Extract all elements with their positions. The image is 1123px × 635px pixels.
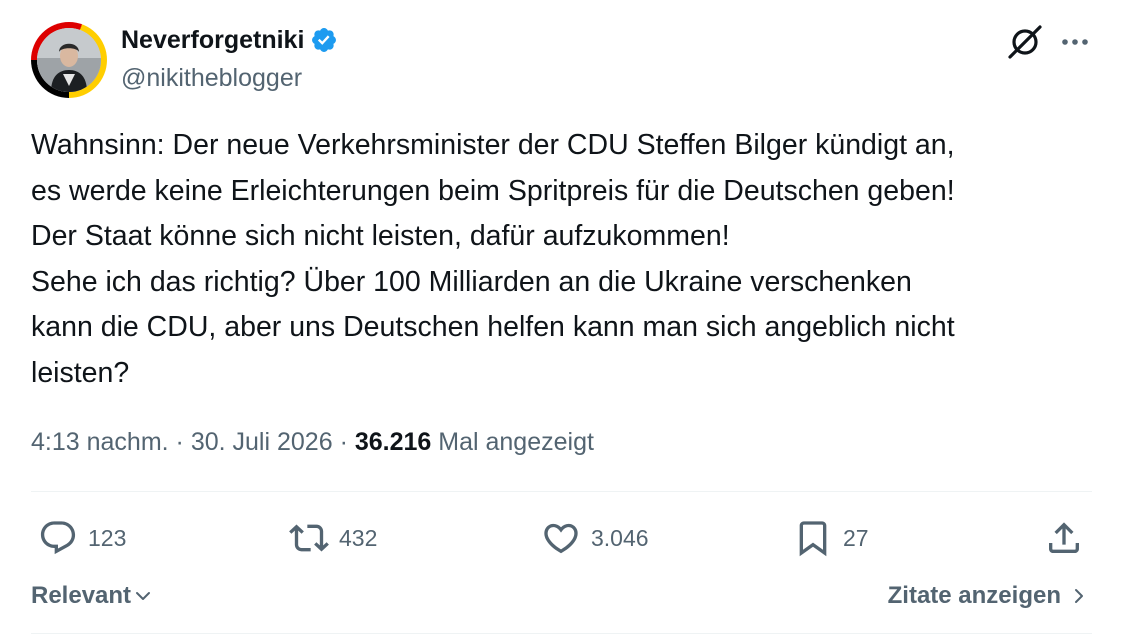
divider [31, 633, 1092, 634]
tweet-text-line: Sehe ich das richtig? Über 100 Milliarde… [31, 265, 912, 298]
bookmark-button[interactable]: 27 [793, 516, 869, 560]
bookmark-icon [799, 521, 827, 557]
views-count: 36.216 [354, 428, 432, 456]
reply-icon [40, 521, 76, 555]
avatar[interactable] [31, 22, 107, 98]
repost-button[interactable]: 432 [289, 516, 377, 560]
share-icon [1049, 522, 1079, 553]
tweet-date[interactable]: 30. Juli 2026 [191, 428, 333, 456]
tweet-text-line: leisten? [31, 356, 130, 389]
tweet-meta: 4:13 nachm. · 30. Juli 2026 · 36.216 Mal… [31, 424, 594, 460]
view-quotes-link[interactable]: Zitate anzeigen [888, 579, 1089, 613]
sort-dropdown[interactable]: Relevant [31, 579, 153, 613]
sort-label: Relevant [31, 582, 132, 609]
author-handle[interactable]: @nikitheblogger [121, 62, 302, 94]
heart-icon [544, 523, 578, 554]
meta-separator: · [175, 428, 184, 456]
tweet-text-line: Wahnsinn: Der neue Verkehrsminister der … [31, 129, 955, 161]
share-button[interactable] [1044, 516, 1084, 560]
repost-icon [289, 524, 329, 552]
chevron-down-icon [136, 592, 151, 600]
bookmark-count: 27 [843, 524, 869, 551]
like-button[interactable]: 3.046 [541, 516, 649, 560]
author-display-name[interactable]: Neverforgetniki [121, 24, 304, 56]
views-label: Mal angezeigt [438, 428, 594, 456]
tweet-text: Wahnsinn: Der neue Verkehrsminister der … [31, 123, 1101, 396]
meta-separator: · [339, 428, 348, 456]
tweet-text-line: Der Staat könne sich nicht leisten, dafü… [31, 220, 730, 252]
verified-badge-icon [312, 28, 337, 52]
like-count: 3.046 [591, 524, 649, 551]
view-quotes-label: Zitate anzeigen [887, 582, 1061, 609]
tweet-text-line: kann die CDU, aber uns Deutschen helfen … [31, 311, 955, 343]
chevron-right-icon [1075, 589, 1083, 603]
avatar-photo [37, 28, 101, 92]
tweet-text-line: es werde keine Erleichterungen beim Spri… [31, 174, 955, 207]
author-display-name-row[interactable]: Neverforgetniki [121, 24, 338, 56]
more-dots-icon[interactable] [1058, 26, 1092, 58]
divider [31, 491, 1092, 492]
reply-button[interactable]: 123 [38, 516, 126, 560]
grok-icon[interactable] [1005, 22, 1045, 62]
repost-count: 432 [339, 524, 378, 551]
reply-count: 123 [88, 524, 127, 551]
tweet-time[interactable]: 4:13 nachm. [31, 428, 169, 456]
